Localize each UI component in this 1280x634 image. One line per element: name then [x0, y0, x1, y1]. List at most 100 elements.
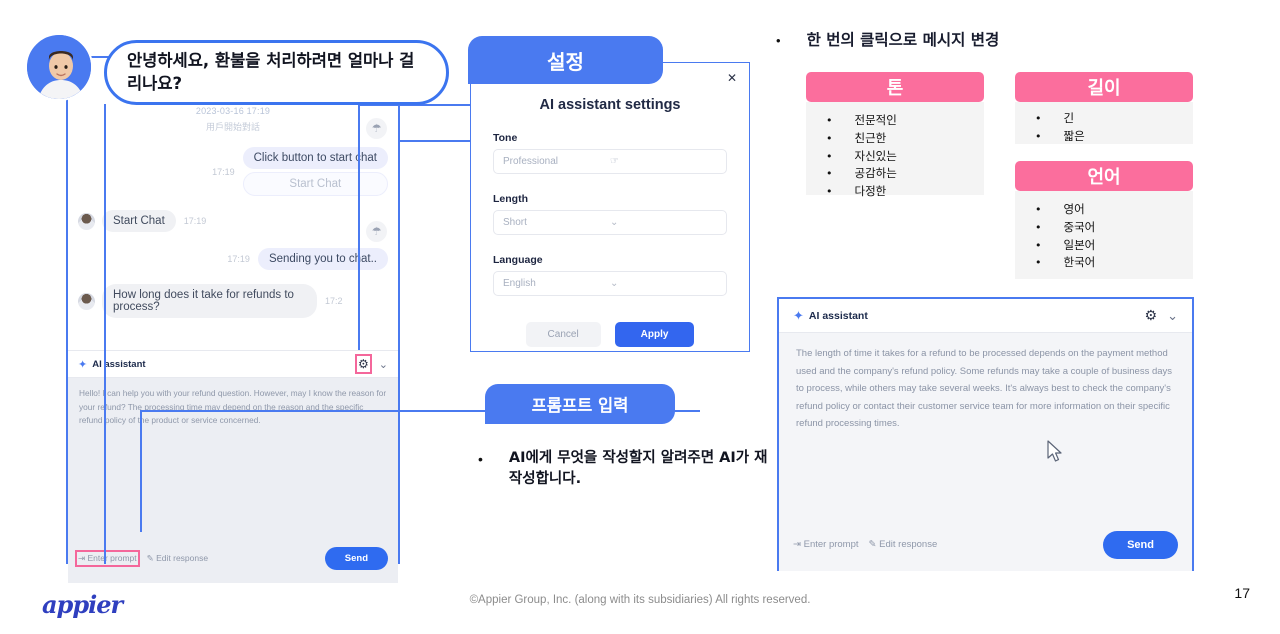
option-card-header: 길이 [1015, 72, 1193, 102]
option-card-title: 언어 [1087, 167, 1121, 188]
edit-response-button[interactable]: ✎ Edit response [869, 539, 938, 550]
list-item: • 한국어 [1015, 254, 1193, 272]
chat-row: 17:19 Sending you to chat.. [68, 248, 398, 270]
option-item-label: 짧은 [1063, 128, 1085, 143]
prompt-bullet: • AI에게 무엇을 작성할지 알려주면 AI가 재작성합니다. [478, 448, 768, 490]
gear-icon[interactable]: ⚙ [1145, 307, 1158, 324]
ai-response-text: Hello! I can help you with your refund q… [79, 388, 387, 426]
option-item-label: 자신있는 [854, 148, 897, 163]
bullet-dot: • [478, 451, 483, 467]
language-select[interactable]: English ⌄ [493, 271, 727, 296]
option-card-list: • 영어 • 중국어 • 일본어 • 한국어 [1015, 191, 1193, 279]
prompt-callout-text: 프롬프트 입력 [531, 396, 629, 415]
ai-response-area[interactable]: The length of time it takes for a refund… [779, 333, 1192, 518]
ai-assistant-header: ✦ AI assistant ⚙ ⌄ [779, 299, 1192, 333]
list-item: • 자신있는 [806, 148, 984, 166]
message-time: 17:2 [325, 296, 343, 306]
prompt-bullet-text: AI에게 무엇을 작성할지 알려주면 AI가 재작성합니다. [508, 450, 768, 488]
sparkle-icon: ✦ [78, 358, 88, 371]
message-time: 17:19 [227, 254, 250, 264]
ai-assistant-settings-dialog: ✕ AI assistant settings Tone Professiona… [470, 62, 750, 352]
chevron-down-icon: ⌄ [610, 278, 619, 289]
bullet-dot: • [1035, 256, 1042, 270]
message-time: 17:19 [183, 216, 207, 226]
bullet-dot: • [826, 185, 833, 199]
option-card-language: 언어 • 영어 • 중국어 • 일본어 • 한국어 [1015, 161, 1193, 279]
message-text: Start Chat [102, 210, 176, 232]
apply-button[interactable]: Apply [614, 322, 695, 347]
avatar [78, 292, 95, 310]
list-item: • 긴 [1015, 110, 1193, 128]
bullet-dot: • [826, 149, 833, 163]
mouse-cursor-icon [1047, 440, 1062, 462]
list-item: • 짧은 [1015, 128, 1193, 146]
option-item-label: 일본어 [1063, 237, 1096, 252]
list-item: • 영어 [1015, 201, 1193, 219]
robot-icon-column: ☂ [366, 118, 392, 139]
chat-row: Start Chat 17:19 [68, 210, 398, 232]
length-select[interactable]: Short ⌄ [493, 210, 727, 235]
connector-line-prompt-vert [140, 410, 142, 532]
ai-assistant-footer: ⇥ Enter prompt ✎ Edit response Send [68, 533, 398, 583]
option-item-label: 한국어 [1063, 255, 1096, 270]
copyright-text: ©Appier Group, Inc. (along with its subs… [469, 594, 811, 606]
list-item: • 공감하는 [806, 165, 984, 183]
send-button[interactable]: Send [324, 546, 388, 570]
chevron-down-icon: ⌄ [610, 217, 619, 228]
speech-bubble: 안녕하세요, 환불을 처리하려면 얼마나 걸리나요? [104, 40, 449, 105]
ai-response-area[interactable]: Hello! I can help you with your refund q… [68, 378, 398, 533]
chevron-down-icon[interactable]: ⌄ [1167, 308, 1178, 324]
connector-line-speech-vert [104, 104, 106, 564]
chat-system-note: 用戶開始對話 [205, 122, 260, 132]
start-chat-button[interactable]: Start Chat [242, 172, 388, 196]
option-item-label: 중국어 [1063, 219, 1096, 234]
gear-icon[interactable]: ⚙ [355, 354, 372, 374]
option-card-length: 길이 • 긴 • 짧은 [1015, 72, 1193, 144]
bullet-dot: • [1035, 220, 1042, 234]
ai-assistant-panel-left: ✦ AI assistant ⚙ ⌄ Hello! I can help you… [68, 350, 398, 583]
hand-cursor-icon: ☞ [610, 156, 619, 167]
dialog-actions: Cancel Apply [493, 322, 727, 347]
enter-prompt-label: Enter prompt [803, 539, 859, 550]
ai-assistant-footer: ⇥ Enter prompt ✎ Edit response Send [779, 518, 1192, 571]
bullet-dot: • [1035, 129, 1042, 143]
option-card-title: 길이 [1087, 78, 1121, 99]
option-card-list: • 전문적인 • 친근한 • 자신있는 • 공감하는 • 다정한 [806, 102, 984, 198]
robot-icon-column: ☂ [366, 221, 392, 242]
list-item: • 전문적인 [806, 112, 984, 130]
option-item-label: 긴 [1063, 111, 1075, 125]
tone-select[interactable]: Professional ☞ [493, 149, 727, 174]
list-item: • 다정한 [806, 183, 984, 201]
edit-response-button[interactable]: ✎ Edit response [147, 553, 208, 564]
message-bubble-group: Click button to start chat Start Chat [242, 147, 388, 196]
ai-assistant-header: ✦ AI assistant ⚙ ⌄ [68, 350, 398, 378]
prompt-callout-label: 프롬프트 입력 [485, 384, 675, 424]
right-heading: • 한 번의 클릭으로 메시지 변경 [776, 28, 999, 50]
list-item: • 중국어 [1015, 219, 1193, 237]
ai-assistant-title: AI assistant [808, 309, 868, 322]
cancel-button[interactable]: Cancel [525, 322, 601, 347]
connector-line-gear-vert [358, 104, 360, 350]
bullet-dot: • [1035, 203, 1042, 216]
ai-assistant-panel-right: ✦ AI assistant ⚙ ⌄ The length of time it… [777, 297, 1194, 571]
option-item-label: 친근한 [854, 130, 887, 145]
sparkle-icon: ✦ [793, 307, 804, 323]
chat-system-timestamp: 2023-03-16 17:19 [195, 106, 271, 116]
edit-response-label: Edit response [879, 539, 938, 550]
ai-response-text: The length of time it takes for a refund… [796, 348, 1173, 430]
edit-response-label: Edit response [156, 552, 209, 563]
enter-prompt-button[interactable]: ⇥ Enter prompt [75, 549, 140, 567]
close-icon[interactable]: ✕ [727, 71, 737, 85]
option-item-label: 전문적인 [854, 113, 897, 127]
option-card-header: 언어 [1015, 161, 1193, 191]
enter-prompt-button[interactable]: ⇥ Enter prompt [793, 539, 859, 550]
chevron-down-icon[interactable]: ⌄ [379, 358, 388, 371]
chat-window: 2023-03-16 17:19 用戶開始對話 17:19 Click butt… [66, 56, 400, 583]
message-text: Sending you to chat.. [257, 248, 388, 270]
option-card-title: 톤 [886, 78, 904, 99]
robot-icon[interactable]: ☂ [366, 221, 387, 242]
bullet-dot: • [826, 114, 833, 127]
robot-icon[interactable]: ☂ [366, 118, 387, 139]
send-button[interactable]: Send [1103, 530, 1178, 559]
bullet-dot: • [776, 33, 781, 48]
